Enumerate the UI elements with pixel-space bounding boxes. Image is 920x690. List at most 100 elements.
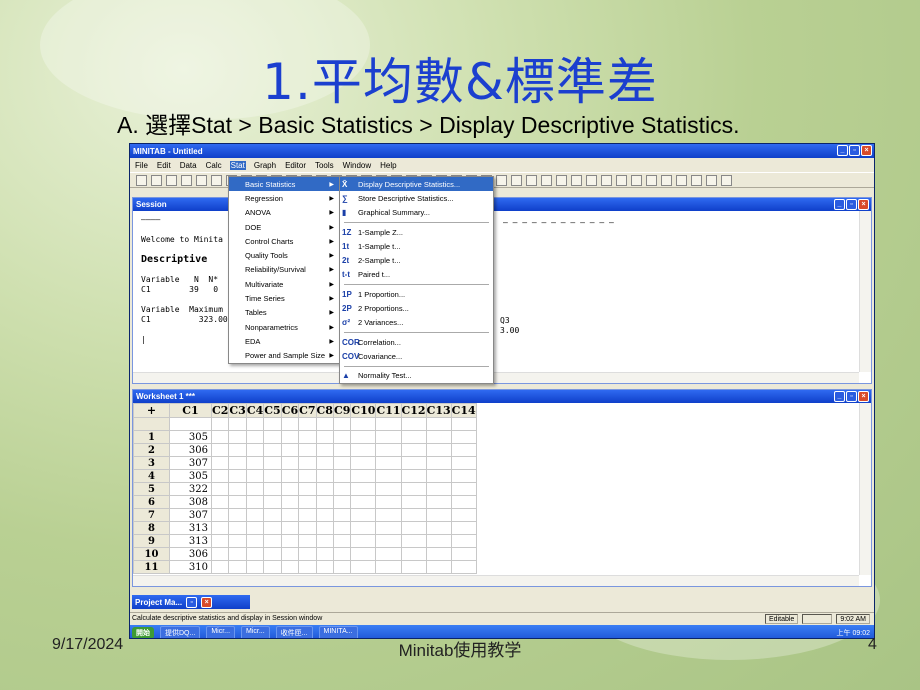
grid-cell[interactable] xyxy=(245,508,265,522)
grid-cell[interactable] xyxy=(263,508,282,522)
grid-cell[interactable] xyxy=(315,430,334,444)
grid-cell[interactable] xyxy=(210,534,230,548)
grid-cell[interactable] xyxy=(332,560,352,574)
basic-stat-item[interactable]: 2P 2 Proportions... xyxy=(340,301,493,315)
menu-graph[interactable]: Graph xyxy=(253,161,277,170)
close-icon[interactable]: × xyxy=(861,145,872,156)
grid-cell[interactable] xyxy=(298,534,317,548)
grid-cell[interactable] xyxy=(425,508,452,522)
toolbar-button-icon[interactable] xyxy=(556,174,567,186)
grid-cell[interactable] xyxy=(425,430,452,444)
stat-menu-item[interactable]: Quality Tools ▶ xyxy=(229,248,339,262)
grid-cell[interactable] xyxy=(315,482,334,496)
grid-cell[interactable] xyxy=(332,430,352,444)
grid-cell[interactable] xyxy=(228,430,247,444)
session-hscroll[interactable] xyxy=(133,372,859,383)
basic-stat-item[interactable]: 2t 2-Sample t... xyxy=(340,253,493,267)
column-name-cell[interactable] xyxy=(263,417,282,431)
toolbar-button-icon[interactable] xyxy=(646,174,657,186)
column-name-cell[interactable] xyxy=(228,417,247,431)
grid-cell[interactable] xyxy=(332,547,352,561)
basic-stat-item[interactable]: ▮ Graphical Summary... xyxy=(340,206,493,220)
column-name-cell[interactable] xyxy=(245,417,265,431)
grid-cell[interactable] xyxy=(263,560,282,574)
column-header[interactable]: C7 xyxy=(298,403,317,418)
toolbar-button-icon[interactable] xyxy=(496,174,507,186)
grid-cell[interactable] xyxy=(315,443,334,457)
column-header[interactable]: C6 xyxy=(280,403,300,418)
grid-cell[interactable] xyxy=(375,495,402,509)
maximize-icon[interactable]: ▫ xyxy=(846,199,857,210)
close-icon[interactable]: × xyxy=(858,391,869,402)
grid-cell[interactable] xyxy=(315,547,334,561)
grid-cell[interactable] xyxy=(450,547,477,561)
grid-cell[interactable] xyxy=(298,430,317,444)
toolbar-button-icon[interactable] xyxy=(586,174,597,186)
stat-menu-item[interactable]: EDA ▶ xyxy=(229,334,339,348)
basic-stat-item[interactable]: σ² 2 Variances... xyxy=(340,316,493,330)
column-header[interactable]: C8 xyxy=(315,403,334,418)
grid-cell[interactable] xyxy=(315,495,334,509)
menu-file[interactable]: File xyxy=(134,161,149,170)
grid-cell[interactable] xyxy=(280,534,300,548)
grid-cell[interactable] xyxy=(298,521,317,535)
column-name-cell[interactable] xyxy=(375,417,402,431)
session-vscroll[interactable] xyxy=(859,211,871,372)
grid-cell[interactable] xyxy=(245,534,265,548)
column-name-cell[interactable] xyxy=(169,417,212,431)
menu-help[interactable]: Help xyxy=(379,161,397,170)
grid-cell[interactable] xyxy=(245,482,265,496)
grid-cell[interactable] xyxy=(245,443,265,457)
column-header[interactable]: C4 xyxy=(245,403,265,418)
toolbar-button-icon[interactable] xyxy=(676,174,687,186)
grid-cell[interactable] xyxy=(425,443,452,457)
grid-cell[interactable] xyxy=(425,534,452,548)
stat-menu-item[interactable]: Regression ▶ xyxy=(229,191,339,205)
grid-cell[interactable] xyxy=(350,547,377,561)
menu-stat[interactable]: Stat xyxy=(229,160,246,170)
grid-cell[interactable] xyxy=(375,508,402,522)
grid-cell[interactable] xyxy=(298,495,317,509)
row-number[interactable]: 10 xyxy=(133,547,170,561)
column-header[interactable]: C2 xyxy=(210,403,230,418)
grid-cell[interactable] xyxy=(280,547,300,561)
grid-cell[interactable]: 322 xyxy=(169,482,212,496)
grid-cell[interactable] xyxy=(375,430,402,444)
grid-cell[interactable] xyxy=(332,443,352,457)
grid-cell[interactable] xyxy=(400,495,427,509)
grid-cell[interactable] xyxy=(450,508,477,522)
toolbar-button-icon[interactable] xyxy=(211,174,222,186)
grid-cell[interactable] xyxy=(298,482,317,496)
toolbar-button-icon[interactable] xyxy=(661,174,672,186)
grid-cell[interactable] xyxy=(450,456,477,470)
row-number[interactable]: 2 xyxy=(133,443,170,457)
grid-cell[interactable] xyxy=(210,495,230,509)
grid-cell[interactable] xyxy=(228,560,247,574)
grid-cell[interactable] xyxy=(280,469,300,483)
grid-cell[interactable] xyxy=(400,482,427,496)
grid-cell[interactable] xyxy=(228,547,247,561)
row-number[interactable]: 11 xyxy=(133,560,170,574)
basic-stat-item[interactable]: COV Covariance... xyxy=(340,349,493,363)
toolbar-button-icon[interactable] xyxy=(166,174,177,186)
row-number[interactable]: 7 xyxy=(133,508,170,522)
grid-cell[interactable] xyxy=(425,482,452,496)
grid-cell[interactable] xyxy=(425,456,452,470)
basic-stat-item[interactable]: t-t Paired t... xyxy=(340,268,493,282)
grid-cell[interactable] xyxy=(228,443,247,457)
grid-cell[interactable] xyxy=(450,430,477,444)
grid-cell[interactable] xyxy=(450,560,477,574)
grid-cell[interactable] xyxy=(332,482,352,496)
basic-stat-item[interactable]: 1t 1-Sample t... xyxy=(340,239,493,253)
stat-menu-item[interactable]: Time Series ▶ xyxy=(229,291,339,305)
grid-cell[interactable] xyxy=(350,456,377,470)
grid-cell[interactable] xyxy=(350,534,377,548)
stat-menu-item[interactable]: Basic Statistics ▶ xyxy=(229,177,339,192)
grid-cell[interactable] xyxy=(350,560,377,574)
stat-menu-item[interactable]: Nonparametrics ▶ xyxy=(229,320,339,334)
grid-cell[interactable] xyxy=(228,534,247,548)
grid-cell[interactable] xyxy=(375,560,402,574)
grid-cell[interactable] xyxy=(228,495,247,509)
minimize-icon[interactable]: _ xyxy=(837,145,848,156)
minimize-icon[interactable]: _ xyxy=(834,391,845,402)
